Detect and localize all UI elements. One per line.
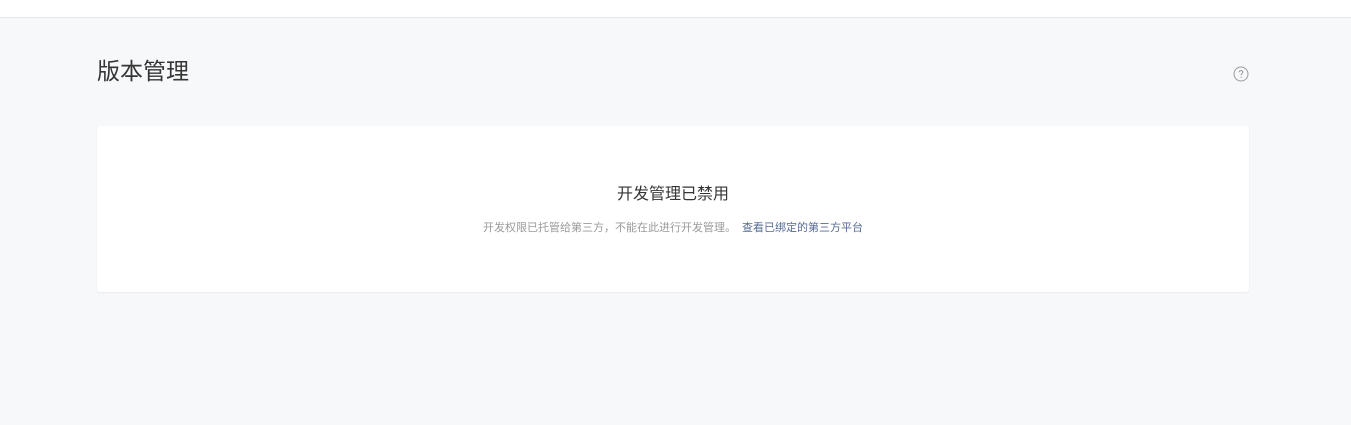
question-circle-icon[interactable] [1233,66,1249,82]
notice-title: 开发管理已禁用 [616,184,729,203]
notice-description: 开发权限已托管给第三方，不能在此进行开发管理。 [483,221,736,234]
top-bar [0,0,1351,18]
view-bound-third-party-link[interactable]: 查看已绑定的第三方平台 [742,221,863,234]
disabled-notice-card: 开发管理已禁用 开发权限已托管给第三方，不能在此进行开发管理。 查看已绑定的第三方… [97,126,1249,292]
notice-description-row: 开发权限已托管给第三方，不能在此进行开发管理。 查看已绑定的第三方平台 [97,220,1249,236]
page-title: 版本管理 [97,59,189,85]
